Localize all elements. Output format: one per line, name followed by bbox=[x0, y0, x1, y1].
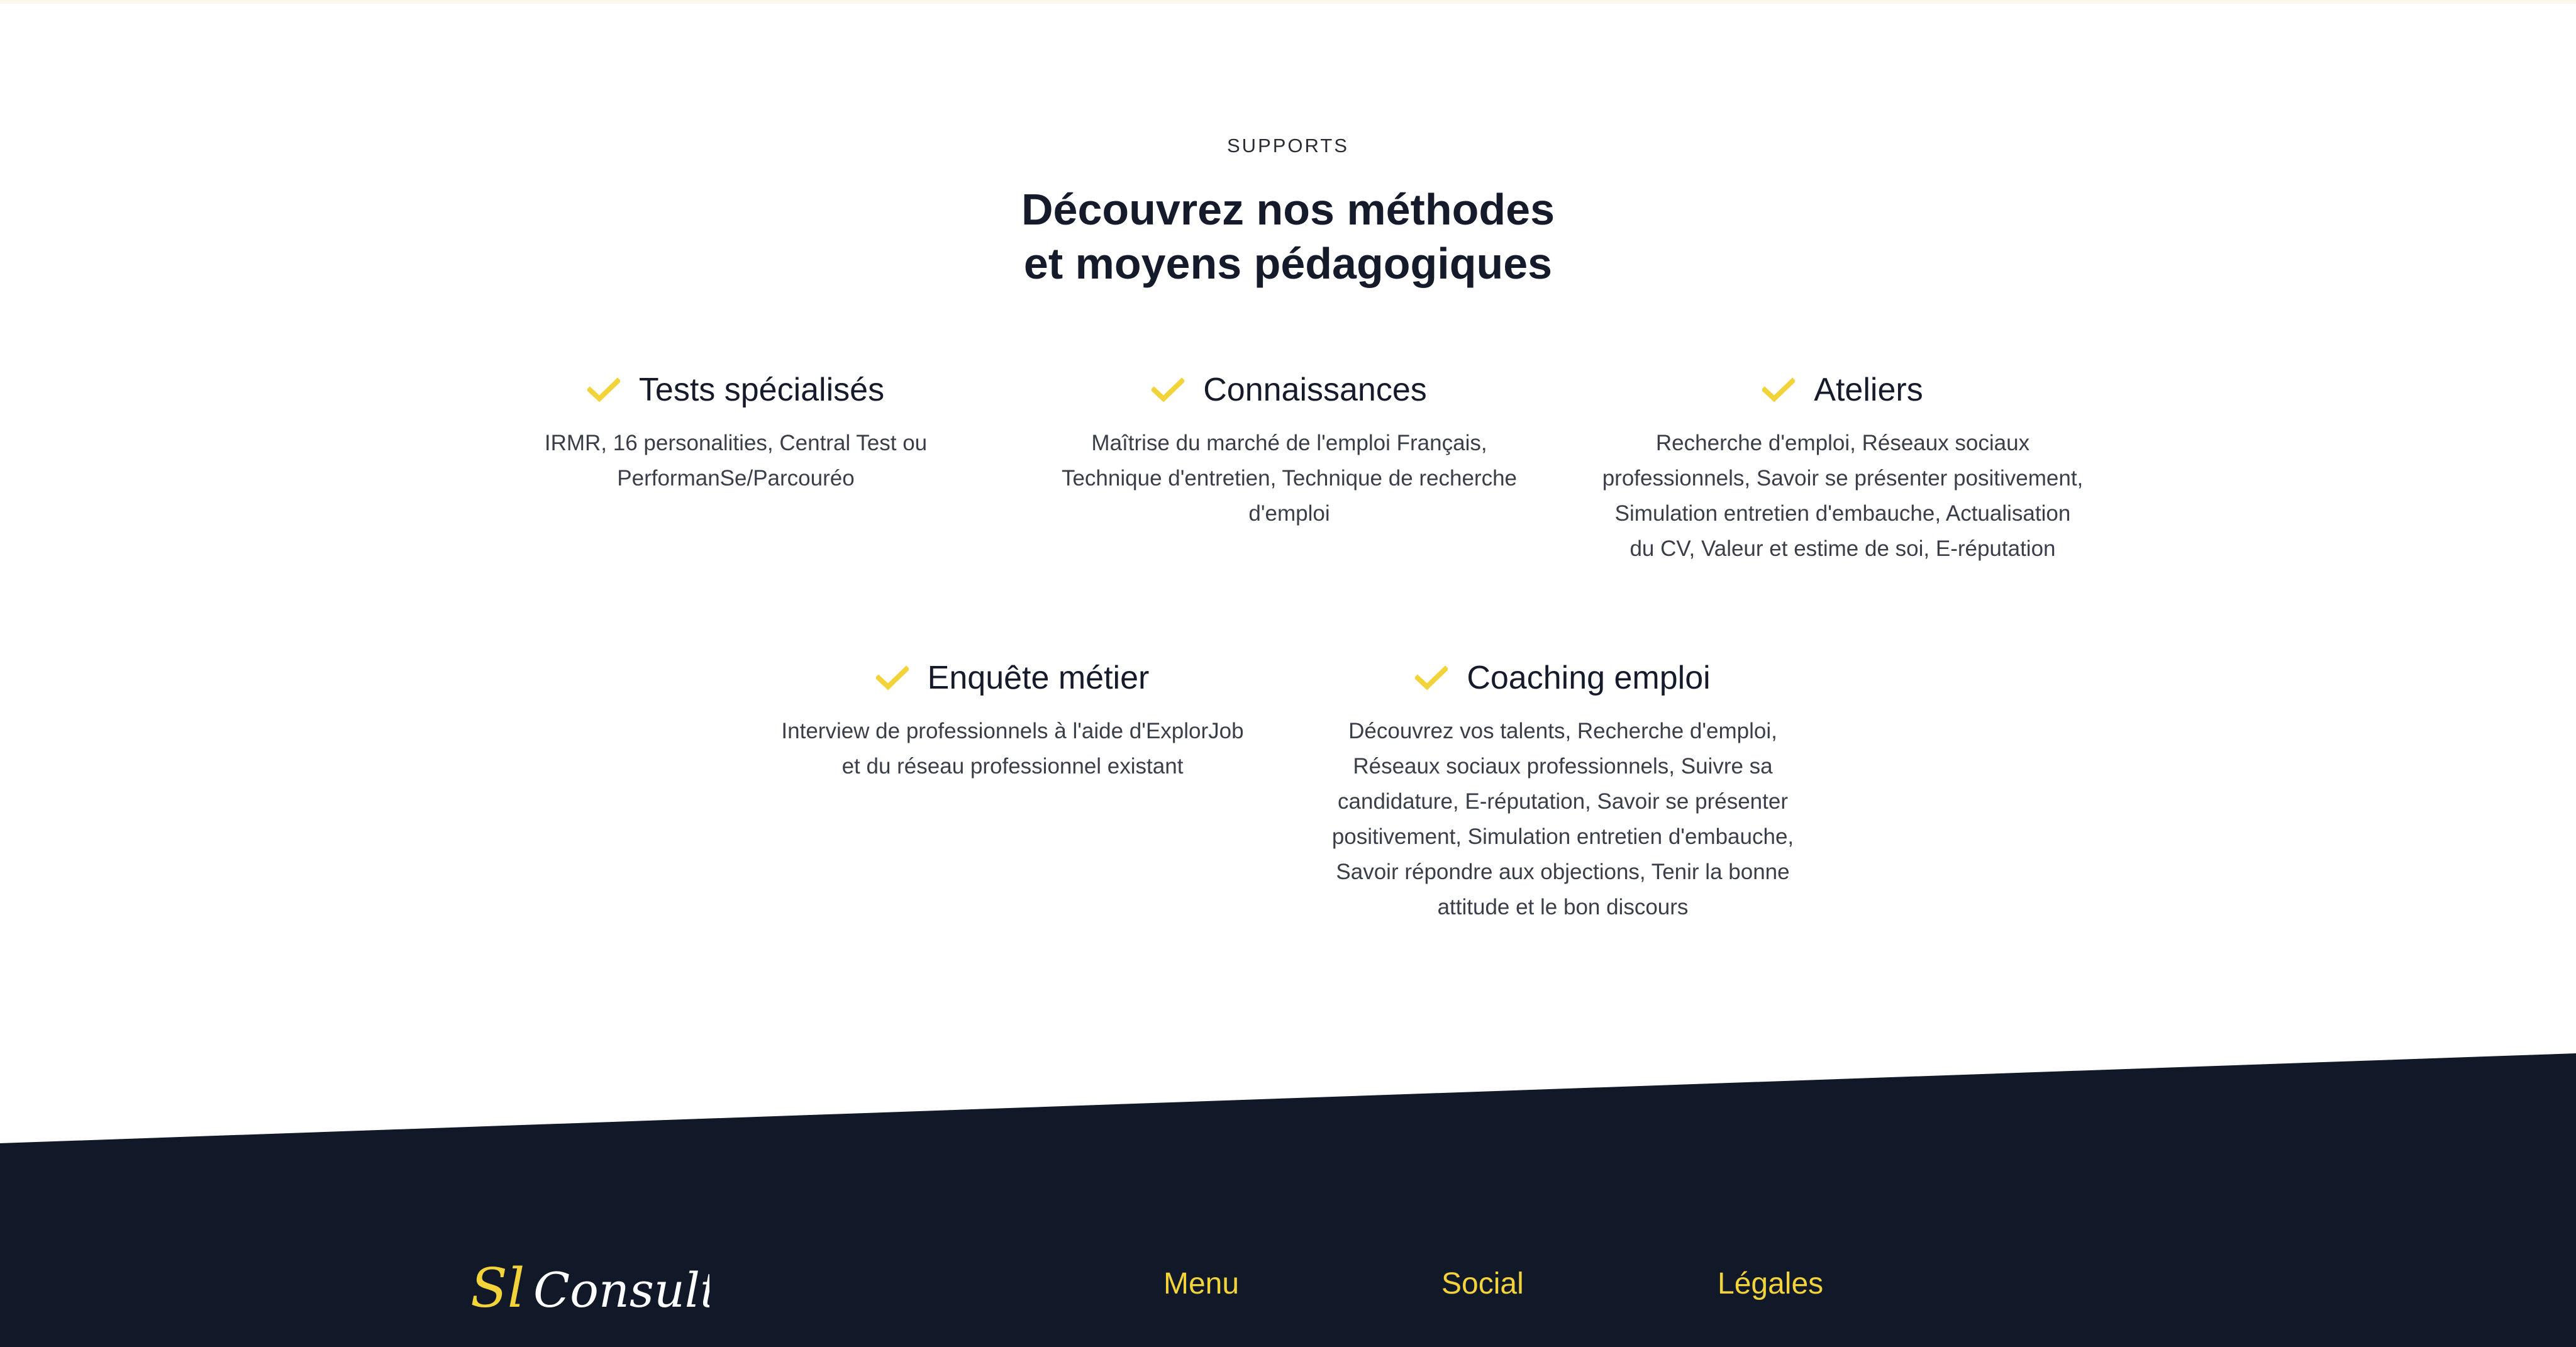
footer-social-title: Social bbox=[1441, 1267, 1524, 1300]
brand-logo[interactable]: Sl Consulting bbox=[470, 1256, 709, 1326]
logo-wordmark: Consulting bbox=[533, 1262, 709, 1318]
logo-initials: Sl bbox=[470, 1257, 525, 1320]
footer: Sl Consulting Menu Social Légales bbox=[0, 1132, 2576, 1347]
page: SUPPORTS Découvrez nos méthodes et moyen… bbox=[0, 0, 2576, 1347]
footer-legal-title: Légales bbox=[1718, 1267, 1824, 1300]
footer-menu-title: Menu bbox=[1163, 1267, 1240, 1300]
